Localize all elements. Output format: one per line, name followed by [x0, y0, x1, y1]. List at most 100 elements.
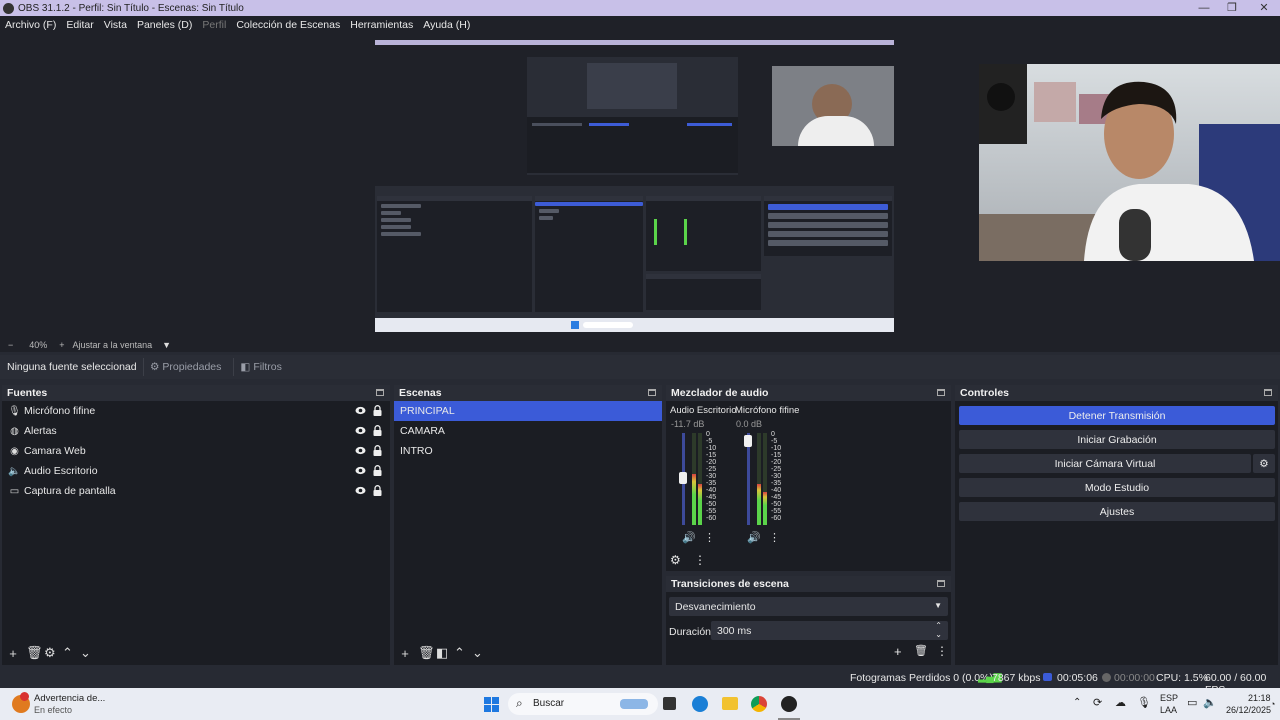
- lock-icon[interactable]: [373, 445, 382, 456]
- chevron-up-icon[interactable]: ⌃: [1073, 697, 1081, 708]
- eye-icon[interactable]: [355, 446, 366, 455]
- scene-item[interactable]: INTRO: [394, 441, 662, 461]
- menu-herramientas[interactable]: Herramientas: [350, 19, 413, 31]
- task-view-icon[interactable]: [663, 697, 676, 710]
- obs-taskbar-icon[interactable]: [781, 696, 797, 712]
- undock-icon[interactable]: [648, 389, 656, 396]
- menu-editar[interactable]: Editar: [66, 19, 93, 31]
- add-scene-button[interactable]: +: [400, 646, 410, 661]
- start-virtual-camera-button[interactable]: Iniciar Cámara Virtual: [959, 454, 1251, 473]
- channel-menu-icon[interactable]: ⋮: [769, 531, 780, 544]
- sources-footer: + 🗑 ⚙ ⌃ ⌄: [2, 641, 390, 665]
- move-down-button[interactable]: ⌄: [472, 645, 483, 661]
- remove-source-button[interactable]: 🗑: [26, 645, 43, 661]
- recording-time: 00:00:00: [1114, 672, 1155, 684]
- notifications-icon[interactable]: ◔: [1270, 699, 1275, 709]
- studio-mode-button[interactable]: Modo Estudio: [959, 478, 1275, 497]
- undock-icon[interactable]: [1264, 389, 1272, 396]
- zoom-out-button[interactable]: −: [8, 340, 13, 350]
- scene-item[interactable]: PRINCIPAL: [394, 401, 662, 421]
- source-item[interactable]: ◍ Alertas: [2, 421, 390, 441]
- remove-transition-button[interactable]: 🗑: [914, 644, 928, 657]
- remove-scene-button[interactable]: 🗑: [418, 645, 435, 661]
- source-settings-button[interactable]: ⚙: [44, 645, 56, 661]
- eye-icon[interactable]: [355, 486, 366, 495]
- maximize-button[interactable]: ❐: [1216, 0, 1248, 16]
- advanced-audio-button[interactable]: ⚙: [670, 553, 681, 567]
- move-down-button[interactable]: ⌄: [80, 645, 91, 661]
- settings-button[interactable]: Ajustes: [959, 502, 1275, 521]
- eye-icon[interactable]: [355, 426, 366, 435]
- menu-archivo[interactable]: Archivo (F): [5, 19, 56, 31]
- undock-icon[interactable]: [376, 389, 384, 396]
- zoom-dropdown-icon[interactable]: ▼: [162, 340, 171, 350]
- eye-icon[interactable]: [355, 466, 366, 475]
- taskbar-search[interactable]: ⌕ Buscar: [508, 693, 658, 715]
- menu-coleccion[interactable]: Colección de Escenas: [236, 19, 340, 31]
- controls-header: Controles: [955, 385, 1278, 401]
- speaker-mute-icon[interactable]: 🔊: [682, 531, 696, 544]
- properties-button[interactable]: ⚙ Propiedades: [143, 358, 227, 376]
- speaker-mute-icon[interactable]: 🔊: [747, 531, 761, 544]
- scenes-title: Escenas: [399, 387, 442, 399]
- source-item[interactable]: 🔈 Audio Escritorio: [2, 461, 390, 481]
- language-label[interactable]: ESP: [1160, 693, 1178, 703]
- cloud-icon[interactable]: ☁: [1115, 696, 1126, 709]
- menu-vista[interactable]: Vista: [104, 19, 127, 31]
- scene-item[interactable]: CAMARA: [394, 421, 662, 441]
- move-up-button[interactable]: ⌃: [62, 645, 73, 661]
- clock-time[interactable]: 21:18: [1248, 693, 1271, 703]
- source-item[interactable]: 🎙 Micrófono fifine: [2, 401, 390, 421]
- mixer-menu-button[interactable]: ⋮: [694, 553, 706, 567]
- undock-icon[interactable]: [937, 580, 945, 587]
- lock-icon[interactable]: [373, 465, 382, 476]
- meter-scale-label: -35: [771, 480, 782, 487]
- meter-scale-label: -5: [771, 438, 778, 445]
- virtual-camera-settings-button[interactable]: ⚙: [1253, 454, 1275, 473]
- filters-label: Filtros: [253, 361, 282, 373]
- windows-start-icon[interactable]: [484, 697, 499, 712]
- eye-icon[interactable]: [355, 406, 366, 415]
- menu-ayuda[interactable]: Ayuda (H): [423, 19, 470, 31]
- meter-scale-label: -15: [771, 452, 782, 459]
- sync-icon[interactable]: ⟳: [1093, 696, 1102, 709]
- zoom-fit-button[interactable]: Ajustar a la ventana: [73, 340, 153, 350]
- monitor-icon: ▭: [9, 485, 20, 497]
- lock-icon[interactable]: [373, 425, 382, 436]
- add-source-button[interactable]: +: [8, 646, 18, 661]
- volume-icon[interactable]: 🔈: [1203, 696, 1217, 709]
- source-item[interactable]: ◉ Camara Web: [2, 441, 390, 461]
- lock-icon[interactable]: [373, 485, 382, 496]
- controls-title: Controles: [960, 387, 1010, 399]
- network-icon[interactable]: ▭: [1187, 696, 1197, 709]
- menu-paneles[interactable]: Paneles (D): [137, 19, 192, 31]
- move-up-button[interactable]: ⌃: [454, 645, 465, 661]
- edge-icon[interactable]: [692, 696, 708, 712]
- volume-slider-handle[interactable]: [679, 472, 687, 484]
- meter-scale-label: -60: [771, 515, 782, 522]
- close-button[interactable]: ✕: [1248, 0, 1280, 16]
- source-item[interactable]: ▭ Captura de pantalla: [2, 481, 390, 501]
- transition-select[interactable]: Desvanecimiento ▼: [669, 597, 948, 616]
- scene-filters-button[interactable]: ◧: [436, 645, 448, 661]
- chrome-icon[interactable]: [751, 696, 767, 712]
- menu-perfil[interactable]: Perfil: [202, 19, 226, 31]
- zoom-in-button[interactable]: +: [59, 340, 64, 350]
- channel-menu-icon[interactable]: ⋮: [704, 531, 715, 544]
- level-meter-fill: [763, 492, 767, 525]
- clock-date[interactable]: 26/12/2025: [1226, 705, 1271, 715]
- keyboard-layout-label[interactable]: LAA: [1160, 705, 1177, 715]
- stop-streaming-button[interactable]: Detener Transmisión: [959, 406, 1275, 425]
- add-transition-button[interactable]: +: [894, 644, 902, 659]
- file-explorer-icon[interactable]: [722, 697, 738, 710]
- microphone-tray-icon[interactable]: 🎙: [1137, 696, 1151, 709]
- microphone-icon: 🎙: [8, 405, 21, 417]
- undock-icon[interactable]: [937, 389, 945, 396]
- filters-button[interactable]: ◧ Filtros: [233, 358, 288, 376]
- duration-spinbox[interactable]: 300 ms ⌃ ⌄: [711, 621, 948, 640]
- lock-icon[interactable]: [373, 405, 382, 416]
- transition-menu-button[interactable]: ⋮: [936, 644, 948, 658]
- volume-slider-handle[interactable]: [744, 435, 752, 447]
- spin-arrows-icon[interactable]: ⌃ ⌄: [935, 621, 942, 639]
- start-recording-button[interactable]: Iniciar Grabación: [959, 430, 1275, 449]
